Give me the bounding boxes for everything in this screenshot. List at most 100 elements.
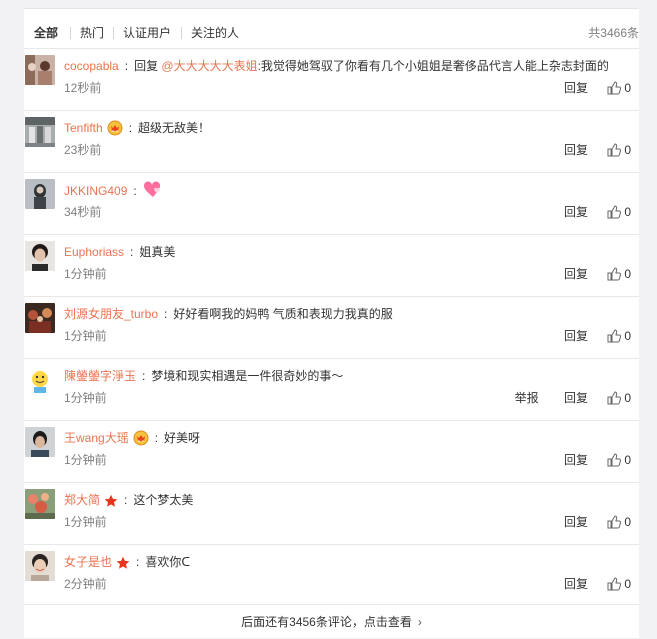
reply-button[interactable]: 回复 bbox=[564, 453, 588, 467]
colon: : bbox=[136, 555, 140, 569]
like-count: 0 bbox=[624, 515, 631, 529]
reply-button[interactable]: 回复 bbox=[564, 81, 588, 95]
avatar[interactable] bbox=[25, 303, 55, 333]
username[interactable]: 郑大简 bbox=[64, 493, 100, 507]
username[interactable]: Tenfifth bbox=[64, 121, 103, 135]
vip-crown-icon bbox=[107, 120, 123, 141]
thumbs-up-icon bbox=[607, 515, 622, 529]
reply-button[interactable]: 回复 bbox=[564, 577, 588, 591]
tab-all[interactable]: 全部 bbox=[34, 24, 58, 42]
thumbs-up-icon bbox=[607, 143, 622, 157]
comment-time: 1分钟前 bbox=[64, 267, 107, 281]
like-button[interactable]: 0 bbox=[607, 576, 631, 592]
comment-item: 女子是也: 喜欢你ᑕ 2分钟前 回复 0 bbox=[24, 544, 639, 605]
mention-link[interactable]: @大大大大大表姐 bbox=[161, 59, 257, 73]
comment-text: 超级无敌美！ bbox=[138, 121, 211, 135]
comment-text: 喜欢你ᑕ bbox=[145, 555, 191, 569]
username[interactable]: JKKING409 bbox=[64, 184, 127, 198]
comment-item: 陳鎣鎣字淨玉: 梦境和现实相遇是一件很奇妙的事～ 1分钟前 举报 回复 0 bbox=[24, 358, 639, 421]
colon: : bbox=[124, 59, 129, 73]
load-more-label: 后面还有3456条评论，点击查看 bbox=[241, 615, 412, 629]
thumbs-up-icon bbox=[607, 453, 622, 467]
thumbs-up-icon bbox=[607, 329, 622, 343]
comment-item: cocopabla: 回复 @大大大大大表姐:我觉得她驾驭了你看有几个小姐姐是奢侈… bbox=[24, 48, 639, 111]
comment-item: Tenfifth: 超级无敌美！ 23秒前 回复 0 bbox=[24, 110, 639, 173]
comment-total: 共3466条 bbox=[588, 26, 639, 40]
like-button[interactable]: 0 bbox=[607, 266, 631, 282]
comment-item: 郑大简: 这个梦太美 1分钟前 回复 0 bbox=[24, 482, 639, 545]
star-badge-icon bbox=[116, 556, 130, 575]
vip-crown-icon bbox=[133, 430, 149, 451]
comment-text: 姐真美 bbox=[139, 245, 176, 259]
avatar[interactable] bbox=[25, 365, 55, 395]
like-count: 0 bbox=[624, 453, 631, 467]
username[interactable]: Euphoriass bbox=[64, 245, 124, 259]
thumbs-up-icon bbox=[607, 205, 622, 219]
reply-button[interactable]: 回复 bbox=[564, 391, 588, 405]
like-button[interactable]: 0 bbox=[607, 328, 631, 344]
load-more-comments-link[interactable]: 后面还有3456条评论，点击查看 › bbox=[24, 604, 639, 639]
chevron-right-icon: › bbox=[417, 615, 422, 629]
like-button[interactable]: 0 bbox=[607, 452, 631, 468]
comment-item: 王wang大瑶: 好美呀 1分钟前 回复 0 bbox=[24, 420, 639, 483]
avatar[interactable] bbox=[25, 241, 55, 271]
colon: : bbox=[164, 307, 168, 321]
like-count: 0 bbox=[624, 329, 631, 343]
reply-button[interactable]: 回复 bbox=[564, 329, 588, 343]
star-badge-icon bbox=[104, 494, 118, 513]
thumbs-up-icon bbox=[607, 81, 622, 95]
comment-panel: 全部 热门 认证用户 关注的人 共3466条 cocopabla: 回复 @大大大… bbox=[24, 8, 639, 638]
colon: : bbox=[142, 369, 146, 383]
reply-button[interactable]: 回复 bbox=[564, 143, 588, 157]
comment-text: :我觉得她驾驭了你看有几个小姐姐是奢侈品代言人能上杂志封面的 bbox=[257, 59, 609, 73]
reply-button[interactable]: 回复 bbox=[564, 267, 588, 281]
username[interactable]: 女子是也 bbox=[64, 555, 112, 569]
like-button[interactable]: 0 bbox=[607, 142, 631, 158]
avatar[interactable] bbox=[25, 551, 55, 581]
colon: : bbox=[128, 121, 133, 135]
comment-time: 1分钟前 bbox=[64, 391, 107, 405]
reply-prefix: 回复 bbox=[134, 59, 162, 73]
comment-text: 这个梦太美 bbox=[133, 493, 194, 507]
like-count: 0 bbox=[624, 267, 631, 281]
avatar[interactable] bbox=[25, 489, 55, 519]
like-count: 0 bbox=[624, 205, 631, 219]
reply-button[interactable]: 回复 bbox=[564, 205, 588, 219]
tab-hot[interactable]: 热门 bbox=[80, 24, 104, 42]
avatar[interactable] bbox=[25, 117, 55, 147]
thumbs-up-icon bbox=[607, 267, 622, 281]
like-button[interactable]: 0 bbox=[607, 390, 631, 406]
tab-following[interactable]: 关注的人 bbox=[191, 24, 239, 42]
like-button[interactable]: 0 bbox=[607, 514, 631, 530]
like-count: 0 bbox=[624, 143, 631, 157]
username[interactable]: 王wang大瑶 bbox=[64, 431, 129, 445]
comment-time: 12秒前 bbox=[64, 81, 102, 95]
username[interactable]: 刘源女朋友_turbo bbox=[64, 307, 158, 321]
comment-time: 1分钟前 bbox=[64, 453, 107, 467]
filter-tabs: 全部 热门 认证用户 关注的人 共3466条 bbox=[24, 8, 639, 48]
report-button[interactable]: 举报 bbox=[515, 391, 539, 405]
username[interactable]: cocopabla bbox=[64, 59, 119, 73]
thumbs-up-icon bbox=[607, 391, 622, 405]
comment-text: 好好看啊我的妈鸭 气质和表现力我真的服 bbox=[173, 307, 393, 321]
comment-item: JKKING409: 34秒前 回复 0 bbox=[24, 172, 639, 235]
username[interactable]: 陳鎣鎣字淨玉 bbox=[64, 369, 136, 383]
comment-time: 34秒前 bbox=[64, 205, 102, 219]
comment-item: 刘源女朋友_turbo: 好好看啊我的妈鸭 气质和表现力我真的服 1分钟前 回复 … bbox=[24, 296, 639, 359]
like-button[interactable]: 0 bbox=[607, 204, 631, 220]
avatar[interactable] bbox=[25, 427, 55, 457]
reply-button[interactable]: 回复 bbox=[564, 515, 588, 529]
avatar[interactable] bbox=[25, 179, 55, 209]
comment-text: 梦境和现实相遇是一件很奇妙的事～ bbox=[151, 369, 344, 383]
tab-verified-users[interactable]: 认证用户 bbox=[123, 24, 171, 42]
comment-item: Euphoriass: 姐真美 1分钟前 回复 0 bbox=[24, 234, 639, 297]
like-button[interactable]: 0 bbox=[607, 80, 631, 96]
colon: : bbox=[154, 431, 159, 445]
comment-text: 好美呀 bbox=[164, 431, 201, 445]
avatar[interactable] bbox=[25, 55, 55, 85]
colon: : bbox=[124, 493, 128, 507]
thumbs-up-icon bbox=[607, 577, 622, 591]
like-count: 0 bbox=[624, 391, 631, 405]
tab-divider bbox=[181, 27, 182, 39]
like-count: 0 bbox=[624, 81, 631, 95]
